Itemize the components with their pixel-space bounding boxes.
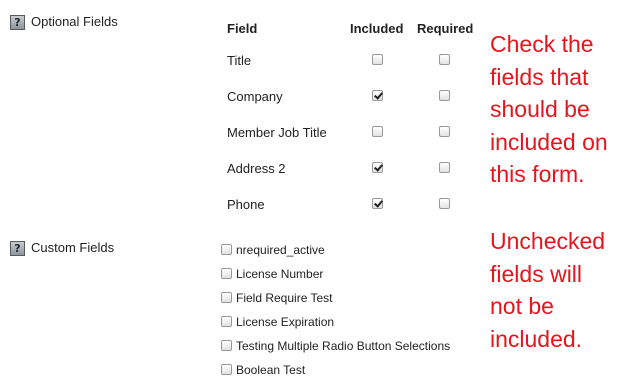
required-checkbox-title[interactable] [439, 54, 450, 65]
optional-fields-label: Optional Fields [31, 14, 118, 29]
included-column-header: Included [350, 21, 404, 36]
annotation-line: Unchecked [490, 228, 606, 254]
required-checkbox-company[interactable] [439, 90, 450, 101]
field-label-member-job-title: Member Job Title [227, 125, 327, 140]
help-icon[interactable]: ? [10, 15, 25, 30]
annotation-line: fields that [490, 63, 589, 90]
required-checkbox-member-job-title[interactable] [439, 126, 450, 137]
checkbox[interactable] [221, 340, 232, 351]
field-label-phone: Phone [227, 197, 265, 212]
included-checkbox-phone[interactable] [372, 198, 383, 209]
custom-field-label: nrequired_active [236, 243, 325, 257]
annotation-note-check: Check the fields that should be included… [490, 28, 626, 191]
included-checkbox-address-2[interactable] [372, 162, 383, 173]
custom-field-label: License Expiration [236, 315, 335, 329]
field-column-header: Field [227, 21, 258, 36]
annotation-line: should be [490, 96, 590, 122]
required-column-header: Required [417, 21, 474, 36]
checkbox[interactable] [221, 292, 232, 303]
annotation-line: included. [490, 325, 583, 352]
required-checkbox-address-2[interactable] [439, 162, 450, 173]
custom-field-label: Testing Multiple Radio Button Selections [236, 339, 451, 353]
field-label-title: Title [227, 53, 252, 68]
field-label-address-2: Address 2 [227, 161, 286, 176]
custom-fields-label: Custom Fields [31, 240, 115, 255]
help-icon[interactable]: ? [10, 241, 25, 256]
included-checkbox-member-job-title[interactable] [372, 126, 383, 137]
checkbox[interactable] [221, 364, 232, 375]
custom-field-label: Field Require Test [236, 291, 333, 305]
annotation-line: included on [490, 128, 608, 155]
included-checkbox-company[interactable] [372, 90, 383, 101]
checkbox[interactable] [221, 244, 232, 255]
required-checkbox-phone[interactable] [439, 198, 450, 209]
included-checkbox-title[interactable] [372, 54, 383, 65]
annotation-line: not be [490, 293, 554, 319]
checkbox[interactable] [221, 316, 232, 327]
custom-field-label: Boolean Test [236, 363, 306, 377]
custom-field-label: License Number [236, 267, 324, 281]
annotation-line: fields will [490, 260, 583, 287]
field-label-company: Company [227, 89, 283, 104]
checkbox[interactable] [221, 268, 232, 279]
annotation-line: this form. [490, 161, 585, 187]
annotation-note-unchecked: Unchecked fields will not be included. [490, 225, 626, 355]
annotation-line: Check the [490, 31, 594, 57]
